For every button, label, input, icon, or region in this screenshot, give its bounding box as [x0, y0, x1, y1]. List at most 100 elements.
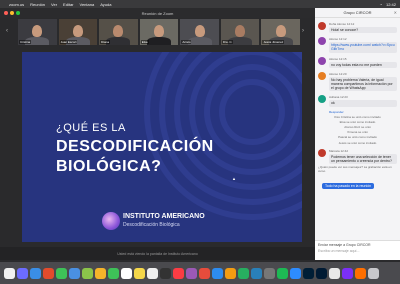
- message-text: No hay problema Valeria, de igual manera…: [329, 76, 397, 92]
- minimize-window-button[interactable]: [10, 11, 14, 15]
- institute-name: INSTITUTO AMERICANO: [123, 213, 205, 220]
- safari-icon[interactable]: [30, 267, 41, 279]
- participant-tile[interactable]: Juan Escort: [58, 19, 98, 45]
- zoom-window-button[interactable]: [16, 11, 20, 15]
- messages-icon[interactable]: [56, 267, 67, 279]
- close-window-button[interactable]: [4, 11, 8, 15]
- slide-title-line2: DESCODIFICACIÓN: [56, 138, 214, 155]
- system-message: Alonso Ruiz se unió: [344, 125, 371, 130]
- institute-logo: [102, 212, 120, 230]
- notes-icon[interactable]: [134, 267, 145, 279]
- new-messages-chip[interactable]: Todo ha pasado en la reunión: [322, 182, 375, 189]
- prev-page-arrow-icon[interactable]: ‹: [6, 28, 14, 34]
- numbers-icon[interactable]: [238, 267, 249, 279]
- chat-message: Adriana 12:23 ok: [318, 95, 397, 107]
- maps-icon[interactable]: [82, 267, 93, 279]
- participant-name: Dra. C.: [221, 40, 234, 44]
- recipient-selector[interactable]: Enviar mensaje a Grupo CIRCOR: [318, 243, 397, 247]
- close-icon[interactable]: ✕: [394, 10, 397, 15]
- menu-item-meeting[interactable]: Reunión: [30, 2, 45, 7]
- avatar: [318, 71, 326, 80]
- mouse-cursor-icon: ▲: [232, 176, 236, 181]
- chat-message: Alonso 12:15 no voy todas esta no me pue…: [318, 56, 397, 68]
- podcasts-icon[interactable]: [186, 267, 197, 279]
- avatar: [318, 95, 326, 104]
- tv-icon[interactable]: [160, 267, 171, 279]
- visibility-note[interactable]: ¿Quién puede ver sus mensajes? La grabac…: [318, 165, 397, 173]
- photoshop-icon[interactable]: [303, 267, 314, 279]
- menu-item-app[interactable]: zoom.us: [9, 2, 24, 7]
- menu-item-view[interactable]: Ver: [51, 2, 57, 7]
- message-text: Podemos tener una selección de tener un …: [329, 153, 397, 165]
- chat-message: Marcela 12:42 Podemos tener una selecció…: [318, 148, 397, 165]
- message-sender: Doña Alonso 12:12: [329, 22, 355, 26]
- chrome-icon[interactable]: [43, 267, 54, 279]
- avatar: [318, 22, 326, 30]
- menu-item-edit[interactable]: Editar: [63, 2, 73, 7]
- participant-tile[interactable]: Cristina: [18, 19, 57, 45]
- system-message: Kiss Cristina se unió como invitado: [334, 114, 381, 119]
- participant-name: Juan Escort: [59, 40, 78, 44]
- avatar: [318, 56, 326, 65]
- avatar: [318, 37, 326, 46]
- zoom-icon[interactable]: [290, 267, 301, 279]
- chat-input[interactable]: Escriba un mensaje aquí...: [318, 249, 397, 253]
- participant-tile[interactable]: Diana: [99, 19, 138, 45]
- window-titlebar: Reunión de Zoom: [0, 8, 315, 18]
- calendar-icon[interactable]: [121, 267, 132, 279]
- menu-item-help[interactable]: Ayuda: [100, 2, 111, 7]
- shared-screen-slide: ¿QUÉ ES LA DESCODIFICACIÓN BIOLÓGICA? ▲ …: [22, 52, 302, 242]
- chat-title: Grupo CIRCOR: [343, 10, 372, 15]
- institute-subtitle: Descodificación Biológica: [123, 222, 180, 228]
- window-title: Reunión de Zoom: [141, 10, 174, 16]
- participant-name: Cristina: [19, 40, 32, 44]
- news-icon[interactable]: [199, 267, 210, 279]
- lightroom-icon[interactable]: [316, 267, 327, 279]
- appstore-icon[interactable]: [212, 267, 223, 279]
- finder-icon[interactable]: [4, 267, 15, 279]
- app-icon[interactable]: [355, 267, 366, 279]
- meeting-controls-bar: Usted está viendo la pantalla de Institu…: [0, 247, 315, 260]
- participant-tile[interactable]: Jesús Jimenez: [261, 19, 301, 45]
- message-text: Hola! se conoce?: [329, 27, 397, 34]
- message-sender: Marcela 12:42: [329, 148, 349, 153]
- message-link[interactable]: https://www.youtube.com/ watch?v=SpcuGil…: [329, 42, 397, 53]
- wifi-icon[interactable]: ◔: [380, 2, 382, 7]
- system-message: Ximena se unió: [347, 130, 368, 135]
- system-message: Pascal se unió como invitado: [338, 135, 377, 140]
- menu-item-window[interactable]: Ventana: [80, 2, 95, 7]
- canva-icon[interactable]: [342, 267, 353, 279]
- mail-icon[interactable]: [69, 267, 80, 279]
- slide-title-line3: BIOLÓGICA?: [56, 158, 162, 175]
- next-page-arrow-icon[interactable]: ›: [302, 28, 310, 34]
- keynote-icon[interactable]: [251, 267, 262, 279]
- launchpad-icon[interactable]: [17, 267, 28, 279]
- chat-header: Grupo CIRCOR ✕: [315, 8, 400, 18]
- avatar: [318, 148, 326, 157]
- chat-compose: Enviar mensaje a Grupo CIRCOR Escriba un…: [315, 240, 400, 260]
- participant-tile[interactable]: Arrato: [180, 19, 219, 45]
- reply-link[interactable]: Responder: [329, 110, 397, 114]
- clock[interactable]: 12:42: [386, 2, 396, 7]
- trash-icon[interactable]: [368, 267, 379, 279]
- reminders-icon[interactable]: [147, 267, 158, 279]
- window-controls: [4, 11, 20, 15]
- message-sender: Adriana 12:23: [329, 95, 348, 100]
- message-text: no voy todas esta no me pueden: [329, 61, 397, 68]
- dock: [0, 262, 400, 284]
- chat-message: Alonso 12:12 https://www.youtube.com/ wa…: [318, 37, 397, 53]
- system-message: Jesús se unió como invitado: [338, 140, 377, 145]
- participant-tile[interactable]: Dra. C.: [220, 19, 260, 45]
- pages-icon[interactable]: [225, 267, 236, 279]
- settings-icon[interactable]: [264, 267, 275, 279]
- system-message: Elsa se unió como invitado: [339, 119, 376, 124]
- preview-icon[interactable]: [329, 267, 340, 279]
- photos-icon[interactable]: [95, 267, 106, 279]
- participant-tile[interactable]: Elsa: [139, 19, 179, 45]
- message-sender: Alonso 12:15: [329, 56, 347, 61]
- spotify-icon[interactable]: [277, 267, 288, 279]
- music-icon[interactable]: [173, 267, 184, 279]
- facetime-icon[interactable]: [108, 267, 119, 279]
- participant-name: Arrato: [181, 40, 192, 44]
- chat-message: Doña Alonso 12:12 Hola! se conoce?: [318, 22, 397, 34]
